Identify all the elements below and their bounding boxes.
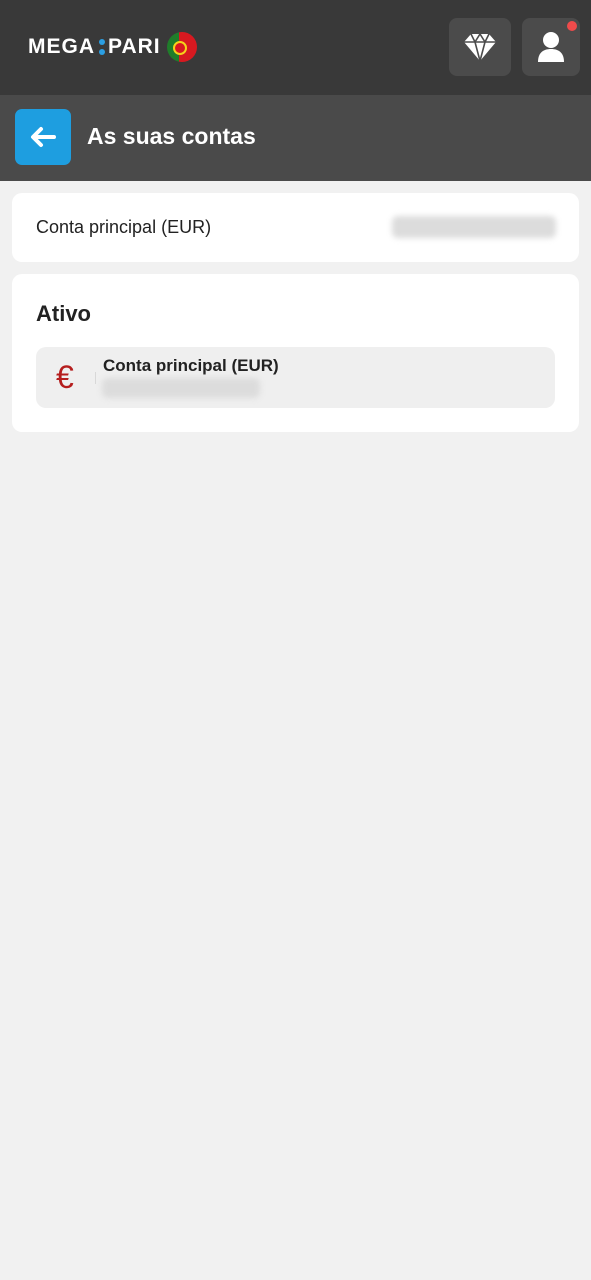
section-title-active: Ativo	[36, 301, 91, 326]
back-button[interactable]	[15, 109, 71, 165]
user-icon	[538, 32, 564, 62]
page-title: As suas contas	[87, 123, 256, 149]
divider	[95, 372, 96, 384]
logo-text-pari: PARI	[108, 35, 161, 58]
arrow-left-icon	[31, 127, 56, 147]
portugal-flag-icon	[166, 32, 197, 62]
logo-colon-icon	[99, 36, 105, 58]
logo-text-mega: MEGA	[28, 35, 95, 58]
notification-dot	[567, 21, 577, 31]
gems-button[interactable]	[449, 18, 511, 76]
top-header: MEGA PARI	[0, 0, 591, 95]
euro-icon: €	[56, 359, 74, 395]
active-accounts-card: Ativo € Conta principal (EUR)	[12, 274, 579, 432]
account-list-item[interactable]: € Conta principal (EUR)	[36, 347, 555, 408]
main-account-label: Conta principal (EUR)	[36, 217, 212, 237]
page-header: As suas contas	[0, 95, 591, 181]
account-name: Conta principal (EUR)	[103, 356, 279, 375]
diamond-icon	[464, 32, 496, 62]
megapari-logo[interactable]: MEGA PARI	[28, 30, 197, 64]
balance-hidden-value	[392, 216, 556, 238]
main-account-card[interactable]: Conta principal (EUR)	[12, 193, 579, 262]
account-balance-hidden-value	[102, 378, 260, 398]
profile-button[interactable]	[522, 18, 580, 76]
